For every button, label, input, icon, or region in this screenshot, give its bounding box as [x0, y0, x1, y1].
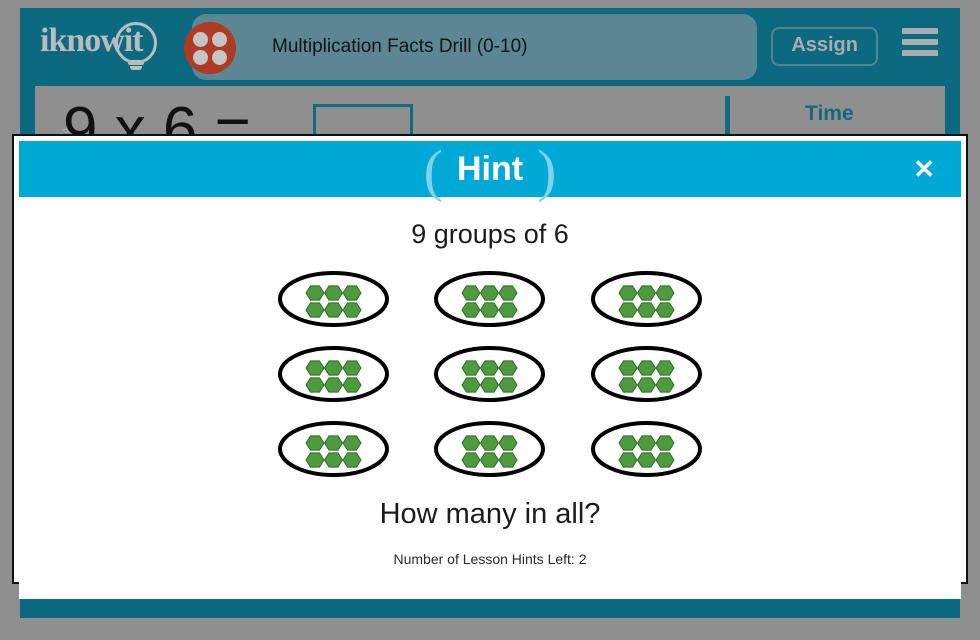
- dot-group-oval: [431, 343, 548, 405]
- four-dot-circle-icon: [184, 22, 236, 74]
- lesson-title: Multiplication Facts Drill (0-10): [272, 36, 528, 57]
- dot-group-oval: [275, 268, 392, 330]
- hamburger-menu-icon[interactable]: [902, 28, 938, 58]
- screenshot-root: iknowit Multiplication Facts Drill (0-10…: [0, 0, 980, 640]
- groups-grid: [255, 268, 725, 480]
- close-icon[interactable]: ✕: [907, 155, 941, 183]
- lightbulb-base-icon: [128, 60, 144, 65]
- dot-group-oval: [431, 418, 548, 480]
- dot-group-oval: [588, 343, 705, 405]
- dot-group-oval: [275, 343, 392, 405]
- dot-group-oval: [275, 418, 392, 480]
- time-label: Time: [805, 102, 854, 125]
- dot-group-oval: [588, 418, 705, 480]
- hint-modal-title: Hint: [456, 149, 524, 188]
- assign-button[interactable]: Assign: [771, 27, 878, 66]
- hint-modal-header: ( Hint ) ✕: [19, 141, 961, 200]
- hint-question: How many in all?: [379, 498, 601, 530]
- iknowit-logo[interactable]: iknowit: [32, 16, 177, 74]
- lesson-title-bar: Multiplication Facts Drill (0-10): [184, 14, 757, 80]
- dot-group-oval: [588, 268, 705, 330]
- app-header: iknowit Multiplication Facts Drill (0-10…: [20, 8, 960, 80]
- lightbulb-base-tip-icon: [130, 66, 142, 70]
- hint-prompt: 9 groups of 6: [411, 219, 569, 249]
- hint-modal-body: 9 groups of 6 How many in all? Number of…: [19, 219, 961, 599]
- lightbulb-icon: [115, 22, 157, 64]
- dot-group-oval: [431, 268, 548, 330]
- hints-left-counter: Number of Lesson Hints Left: 2: [393, 551, 587, 567]
- hint-modal: ( Hint ) ✕ 9 groups of 6 How many in all…: [14, 136, 966, 599]
